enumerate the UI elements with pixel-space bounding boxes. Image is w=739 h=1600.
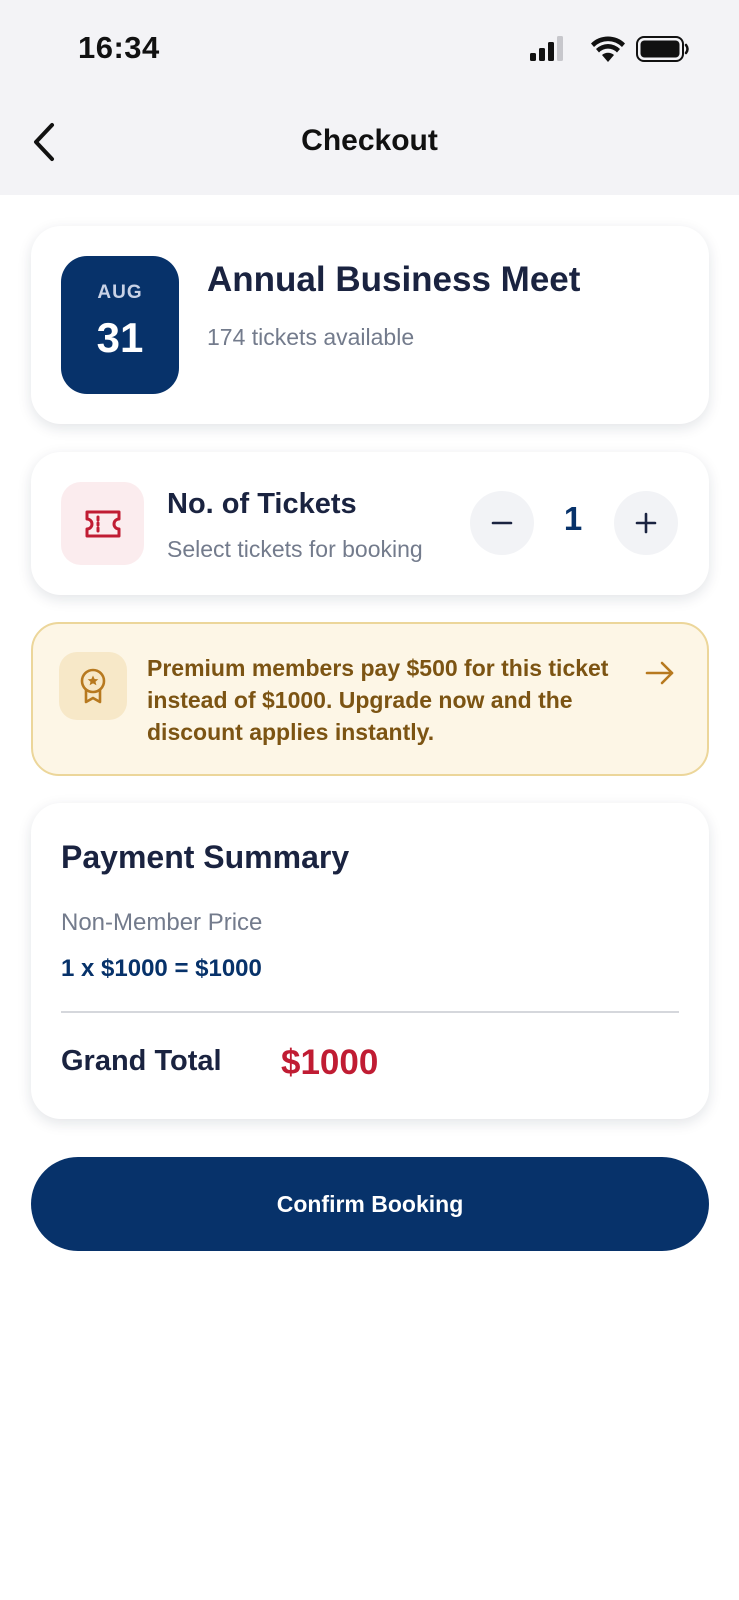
ticket-quantity-card: No. of Tickets Select tickets for bookin…	[31, 452, 709, 595]
signal-icon	[530, 36, 563, 61]
grand-total-label: Grand Total	[61, 1045, 222, 1077]
payment-summary-card: Payment Summary Non-Member Price 1 x $10…	[31, 803, 709, 1119]
divider	[61, 1011, 679, 1013]
tickets-available: 174 tickets available	[207, 324, 415, 350]
ticket-icon-container	[61, 482, 144, 565]
event-card: AUG 31 Annual Business Meet 174 tickets …	[31, 226, 709, 424]
date-month: AUG	[97, 282, 143, 303]
grand-total-value: $1000	[281, 1043, 379, 1082]
increase-quantity-button[interactable]	[614, 491, 678, 555]
date-badge: AUG 31	[61, 256, 179, 394]
ticket-quantity: 1	[563, 500, 583, 537]
award-icon-container	[59, 652, 127, 720]
event-title: Annual Business Meet	[207, 260, 581, 299]
tickets-title: No. of Tickets	[167, 488, 357, 520]
tickets-subtitle: Select tickets for booking	[167, 536, 423, 562]
premium-promo-text: Premium members pay $500 for this ticket…	[147, 655, 609, 745]
arrow-right-icon	[645, 661, 674, 685]
price-calculation: 1 x $1000 = $1000	[61, 955, 262, 982]
top-bar: 16:34 Checkout	[0, 0, 739, 195]
ticket-icon	[85, 510, 120, 537]
award-icon	[80, 668, 106, 704]
plus-icon	[635, 512, 657, 534]
page-title: Checkout	[301, 124, 438, 157]
decrease-quantity-button[interactable]	[470, 491, 534, 555]
premium-upgrade-banner[interactable]: Premium members pay $500 for this ticket…	[31, 622, 709, 776]
price-label: Non-Member Price	[61, 909, 263, 936]
confirm-booking-button[interactable]: Confirm Booking	[31, 1157, 709, 1251]
payment-summary-title: Payment Summary	[61, 839, 350, 875]
date-day: 31	[96, 314, 144, 361]
battery-icon	[636, 36, 689, 62]
wifi-icon	[591, 36, 625, 62]
status-time: 16:34	[78, 30, 160, 65]
minus-icon	[491, 521, 513, 525]
